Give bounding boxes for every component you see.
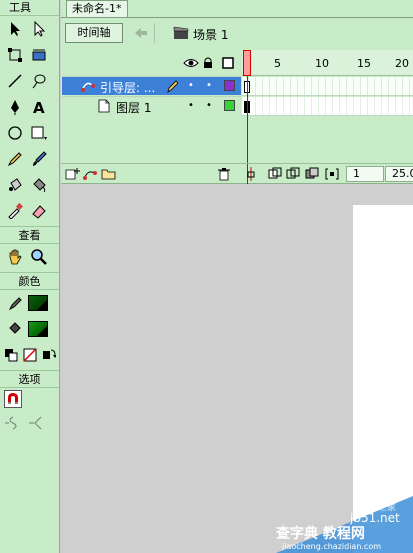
fill-transform-tool-icon[interactable]	[28, 44, 50, 66]
layer-color-square[interactable]	[224, 100, 235, 111]
watermark-url: jiaocheng.chazidian.com	[282, 542, 382, 551]
ruler-number: 10	[315, 57, 329, 70]
trash-icon[interactable]	[217, 167, 231, 184]
add-layer-icon[interactable]	[65, 167, 81, 184]
onion-outlines-icon[interactable]	[286, 167, 300, 184]
straighten-icon[interactable]	[26, 412, 48, 434]
back-arrow-icon[interactable]	[131, 23, 155, 43]
eraser-tool-icon[interactable]	[28, 200, 50, 222]
fill-color-swatch[interactable]	[28, 321, 48, 337]
ruler-number: 5	[274, 57, 281, 70]
layer-page-icon	[98, 99, 110, 116]
watermark-line1: 查字典 教程网	[276, 526, 365, 542]
timeline-panel: 未命名-1* 时间轴 场景 1 引导层: ... • • 图层 1 • • 5 …	[61, 0, 413, 184]
pencil-tool-icon[interactable]	[4, 148, 26, 170]
layer-row-1[interactable]: 图层 1 • •	[62, 96, 241, 115]
stroke-color-pencil-icon	[4, 292, 26, 314]
edit-bar: 时间轴 场景 1	[61, 20, 413, 46]
color-section-title: 颜色	[0, 272, 59, 290]
smooth-icon[interactable]	[2, 412, 24, 434]
add-folder-icon[interactable]	[101, 167, 117, 184]
brush-tool-icon[interactable]	[28, 148, 50, 170]
snap-to-objects-icon[interactable]	[4, 390, 22, 408]
timeline-status-bar: 1 25.0	[61, 163, 413, 184]
layer-color-square[interactable]	[224, 80, 235, 91]
timeline-toggle-button[interactable]: 时间轴	[65, 23, 123, 43]
visibility-dot[interactable]: •	[188, 80, 194, 91]
frame-rate-field: 25.0	[385, 166, 413, 182]
scene-label: 场景 1	[193, 28, 229, 42]
frame-row-guide[interactable]	[242, 77, 413, 96]
playhead[interactable]	[243, 50, 251, 76]
eyedropper-tool-icon[interactable]	[4, 200, 26, 222]
ink-bottle-tool-icon[interactable]	[4, 174, 26, 196]
frame-ruler[interactable]: 1 5 10 15 20	[242, 50, 413, 76]
add-guide-layer-icon[interactable]	[83, 167, 99, 184]
layer-name: 引导层: ...	[100, 81, 156, 95]
lock-dot[interactable]: •	[206, 100, 212, 111]
edit-multiple-frames-icon[interactable]	[305, 167, 319, 184]
text-tool-icon[interactable]: A	[28, 96, 50, 118]
black-white-icon[interactable]	[2, 344, 19, 366]
oval-tool-icon[interactable]	[4, 122, 26, 144]
view-section-title: 查看	[0, 226, 59, 244]
line-tool-icon[interactable]	[4, 70, 26, 92]
document-tab[interactable]: 未命名-1*	[66, 0, 128, 17]
lock-dot[interactable]: •	[206, 80, 212, 91]
layer-header	[61, 52, 242, 74]
no-color-icon[interactable]	[21, 344, 38, 366]
tab-divider	[61, 17, 413, 18]
frame-row-1[interactable]	[242, 97, 413, 116]
watermark: jb51.net 脚本之家 查字典 教程网 jiaocheng.chazidia…	[276, 478, 413, 553]
modify-markers-icon[interactable]	[325, 167, 339, 184]
subselection-tool-icon[interactable]	[28, 18, 50, 40]
tools-panel: 工具 A 查看 颜色 选项	[0, 0, 60, 553]
lasso-tool-icon[interactable]	[28, 70, 50, 92]
scene-clapper-icon	[173, 26, 189, 43]
onion-skin-icon[interactable]	[268, 167, 282, 184]
visibility-dot[interactable]: •	[188, 100, 194, 111]
eye-icon[interactable]	[183, 57, 199, 72]
swap-colors-icon[interactable]	[40, 344, 57, 366]
ruler-number: 15	[357, 57, 371, 70]
layer-name: 图层 1	[116, 101, 152, 115]
guide-layer-icon	[80, 80, 98, 95]
stroke-color-swatch[interactable]	[28, 295, 48, 311]
center-frame-icon[interactable]	[246, 167, 256, 184]
watermark-brand: 脚本之家	[360, 503, 397, 513]
pencil-edit-icon	[166, 79, 179, 96]
pen-tool-icon[interactable]	[4, 96, 26, 118]
svg-text:A: A	[33, 99, 45, 115]
outline-icon[interactable]	[222, 57, 234, 72]
tools-title: 工具	[0, 0, 59, 16]
rectangle-tool-icon[interactable]	[28, 122, 50, 144]
current-frame-field: 1	[346, 166, 384, 182]
selection-tool-icon[interactable]	[4, 18, 26, 40]
options-section-title: 选项	[0, 370, 59, 388]
hand-tool-icon[interactable]	[4, 246, 26, 268]
layer-row-guide[interactable]: 引导层: ... • •	[62, 76, 241, 95]
ruler-number: 20	[395, 57, 409, 70]
zoom-tool-icon[interactable]	[28, 246, 50, 268]
lock-icon[interactable]	[203, 57, 213, 72]
paint-bucket-tool-icon[interactable]	[28, 174, 50, 196]
fill-color-bucket-icon	[4, 318, 26, 340]
free-transform-tool-icon[interactable]	[4, 44, 26, 66]
